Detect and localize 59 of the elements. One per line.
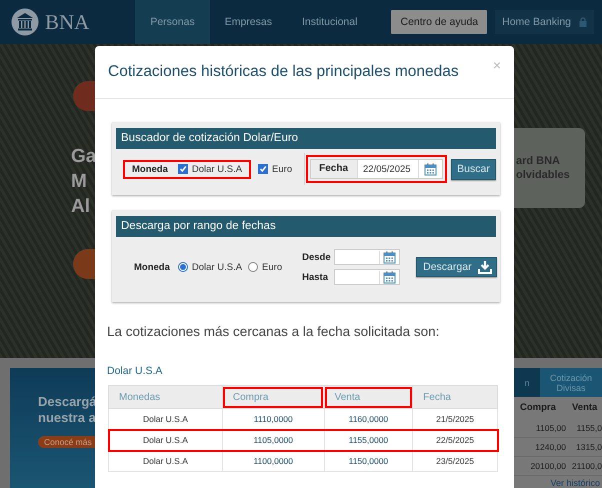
checkbox-box[interactable] [258,164,268,174]
currency-radio[interactable]: Dolar U.S.A [178,262,242,272]
banner-heading-text: Ga [71,145,96,169]
currency-label: Moneda [134,262,170,272]
banner-heading-text: Al [71,195,91,219]
home-banking-button[interactable]: Home Banking [495,10,594,34]
checkbox-box[interactable] [178,164,188,174]
bank-logo-icon [11,8,39,36]
table-cell: 21100,0 [566,457,602,476]
nav-tab[interactable]: Institucional [286,0,372,44]
column-header: Venta [571,401,598,415]
date-field[interactable] [334,269,400,285]
promo-heading: nuestra a [38,410,95,426]
help-center-button[interactable]: Centro de ayuda [391,10,488,34]
date-label: Desde [302,252,332,262]
table-cell: 1100,0000 [222,450,324,472]
panel-title: Descarga por rango de fechas [116,216,496,237]
column-header: Compra [519,401,557,415]
widget-tab[interactable]: Cotización Divisas [540,368,602,397]
nav-tab[interactable]: Empresas [210,0,287,44]
logo-text[interactable]: BNA [45,10,90,34]
banner-card-text: olvidables [515,169,571,181]
banner-heading-text: M [71,170,88,194]
column-header: Venta [324,386,413,408]
nav-tab[interactable]: Personas [135,0,210,44]
currency-checkbox[interactable]: Dolar U.S.A [178,164,242,174]
table-cell: 1315,0 [566,438,602,457]
calendar-icon[interactable] [383,270,396,284]
promo-heading: Descargá [38,394,95,410]
date-field[interactable]: Fecha 22/05/2025 [310,159,444,179]
column-header: Fecha [412,386,498,408]
table-cell: 1155,0 [566,419,602,438]
dialog-title: Cotizaciones históricas de las principales monedas [108,63,459,81]
download-button[interactable]: Descargar [416,257,497,277]
lock-icon [579,17,587,27]
search-button[interactable]: Buscar [451,158,496,180]
date-label: Hasta [302,272,330,282]
panel-title: Buscador de cotización Dolar/Euro [116,128,496,149]
result-text: La cotizaciones más cercanas a la fecha solicitada son: [107,324,440,339]
table-cell: Dolar U.S.A [108,408,222,430]
column-header: Monedas [108,386,222,408]
table-cell: 1150,0000 [324,450,413,472]
widget-tab[interactable]: n [514,368,540,397]
radio-circle[interactable] [248,262,258,272]
history-link[interactable]: Ver histórico [514,478,602,488]
download-icon [478,260,492,274]
table-caption: Dolar U.S.A [107,365,164,377]
calendar-icon[interactable] [424,162,438,176]
currency-label: Moneda [132,164,168,174]
table-cell: Dolar U.S.A [108,450,222,472]
currency-radio[interactable]: Euro [248,262,282,272]
table-cell: 23/5/2025 [412,450,498,472]
column-header: Compra [222,386,324,408]
currency-checkbox[interactable]: Euro [258,164,292,174]
banner-card-text: ard BNA [515,155,562,167]
learn-more-button[interactable]: Conocé más [38,436,95,448]
calendar-icon[interactable] [383,250,396,264]
date-field[interactable] [334,249,400,265]
radio-circle[interactable] [178,262,188,272]
